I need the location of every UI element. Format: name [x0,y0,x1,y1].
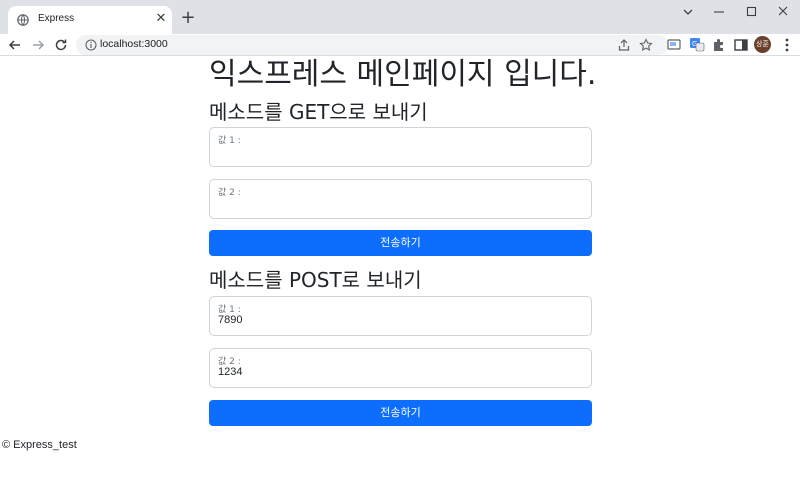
get-value1-field[interactable]: 값 1 : [209,127,592,167]
get-value2-label: 값 2 : [218,188,241,198]
post-value2-field[interactable]: 값 2 : 1234 [209,348,592,388]
post-value2-input[interactable]: 1234 [218,366,242,378]
browser-tab[interactable]: Express ✕ [8,6,172,34]
extensions-puzzle-icon[interactable] [710,36,728,54]
get-section-heading: 메소드를 GET으로 보내기 [209,100,428,124]
tab-title: Express [38,13,75,24]
globe-icon [17,14,29,26]
get-value1-label: 값 1 : [218,136,241,146]
bookmark-star-icon[interactable] [639,38,653,52]
post-section-heading: 메소드를 POST로 보내기 [209,268,422,292]
browser-toolbar: localhost:3000 G 상훈 [0,34,800,56]
footer-copyright: © Express_test [2,439,77,451]
get-submit-button[interactable]: 전송하기 [209,230,592,256]
address-bar[interactable]: localhost:3000 [76,35,668,55]
url-text: localhost:3000 [100,38,168,50]
tab-search-chevron-icon[interactable] [677,4,699,20]
tab-strip: Express ✕ + [0,0,800,34]
forward-arrow-icon[interactable] [29,36,47,54]
site-info-icon[interactable] [85,39,97,51]
post-value1-field[interactable]: 값 1 : 7890 [209,296,592,336]
page-title: 익스프레스 메인페이지 입니다. [209,57,597,92]
minimize-icon[interactable] [708,4,730,20]
new-tab-icon[interactable]: + [179,9,197,27]
profile-avatar[interactable]: 상훈 [754,36,771,53]
get-value2-field[interactable]: 값 2 : [209,179,592,219]
reload-icon[interactable] [52,36,70,54]
cast-icon[interactable] [665,36,683,54]
maximize-icon[interactable] [740,4,762,20]
browser-menu-icon[interactable] [778,36,796,54]
back-arrow-icon[interactable] [6,36,24,54]
tab-close-icon[interactable]: ✕ [153,11,169,27]
side-panel-icon[interactable] [732,36,750,54]
share-icon[interactable] [617,38,631,52]
translate-icon[interactable]: G [688,36,706,54]
post-submit-button[interactable]: 전송하기 [209,400,592,426]
post-value1-input[interactable]: 7890 [218,314,242,326]
close-window-icon[interactable] [772,4,794,20]
